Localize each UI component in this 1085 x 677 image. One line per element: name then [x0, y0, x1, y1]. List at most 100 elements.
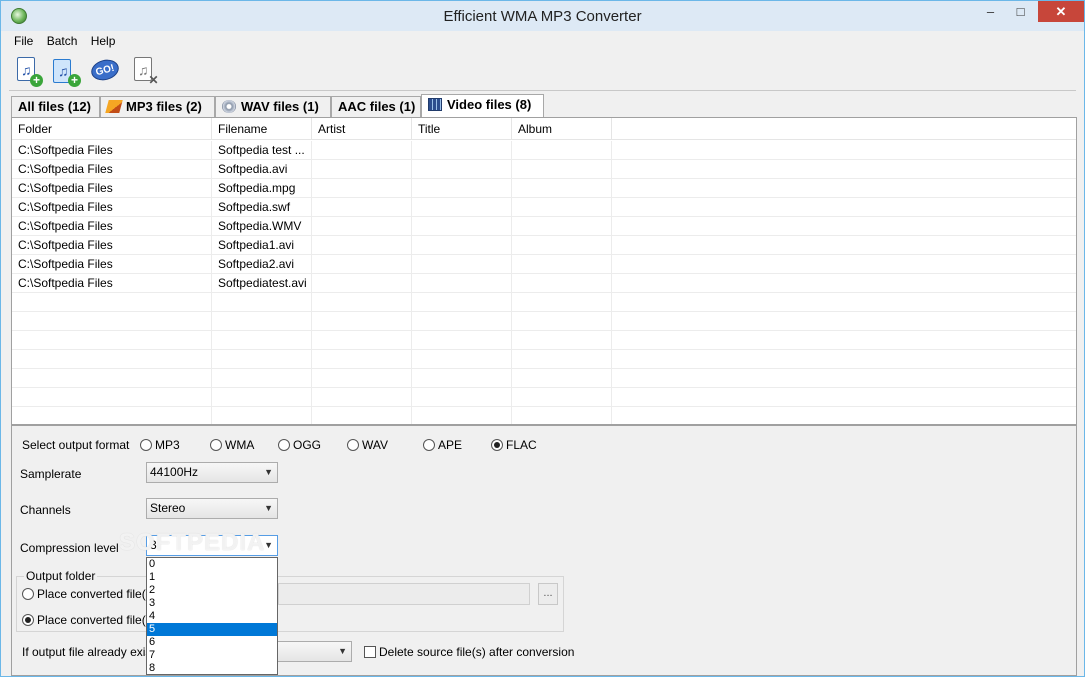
menu-file[interactable]: File — [9, 32, 38, 50]
table-row[interactable]: C:\Softpedia Files Softpedia.mpg — [12, 179, 1076, 198]
table-row[interactable]: C:\Softpedia Files Softpedia.swf — [12, 198, 1076, 217]
empty-row — [12, 388, 1076, 407]
dropdown-option[interactable]: 1 — [147, 571, 277, 584]
table-row[interactable]: C:\Softpedia Files Softpedia.avi — [12, 160, 1076, 179]
table-cell — [412, 217, 512, 236]
tab-aac-files[interactable]: AAC files (1) — [331, 96, 421, 117]
delete-source-checkbox[interactable]: Delete source file(s) after conversion — [364, 645, 574, 659]
list-header: Folder Filename Artist Title Album — [12, 118, 1076, 140]
column-folder[interactable]: Folder — [12, 118, 212, 140]
radio-flac[interactable]: FLAC — [491, 438, 537, 452]
tab-mp3-files[interactable]: MP3 files (2) — [100, 96, 215, 117]
file-list[interactable]: Folder Filename Artist Title Album C:\So… — [11, 117, 1077, 425]
remove-file-button[interactable]: ♫ ✕ — [128, 55, 160, 87]
table-cell — [312, 160, 412, 179]
radio-wav[interactable]: WAV — [347, 438, 388, 452]
toolbar-divider — [9, 90, 1076, 91]
dropdown-option[interactable]: 5 — [147, 623, 277, 636]
add-files-button[interactable]: ♫ + — [11, 55, 43, 87]
radio-wma[interactable]: WMA — [210, 438, 254, 452]
minimize-button[interactable]: – — [977, 1, 1004, 22]
chevron-down-icon: ▼ — [264, 540, 273, 550]
close-button[interactable]: ✕ — [1038, 1, 1084, 22]
table-cell: Softpedia2.avi — [212, 255, 312, 274]
table-row[interactable]: C:\Softpedia Files Softpedia1.avi — [12, 236, 1076, 255]
dropdown-option[interactable]: 2 — [147, 584, 277, 597]
table-cell — [12, 369, 212, 388]
table-cell — [412, 160, 512, 179]
empty-row — [12, 407, 1076, 424]
radio-mp3[interactable]: MP3 — [140, 438, 180, 452]
chevron-down-icon: ▼ — [338, 646, 347, 656]
tab-video-files[interactable]: Video files (8) — [421, 94, 544, 117]
table-cell — [312, 350, 412, 369]
output-folder-input[interactable] — [278, 583, 530, 605]
radio-place-option-2[interactable]: Place converted file(s) — [22, 613, 156, 627]
table-cell — [312, 369, 412, 388]
radio-ogg[interactable]: OGG — [278, 438, 321, 452]
table-cell — [412, 179, 512, 198]
table-cell — [312, 388, 412, 407]
table-cell — [12, 388, 212, 407]
table-row[interactable]: C:\Softpedia Files Softpedia.WMV — [12, 217, 1076, 236]
table-cell — [512, 160, 612, 179]
table-cell: C:\Softpedia Files — [12, 179, 212, 198]
dropdown-option[interactable]: 6 — [147, 636, 277, 649]
dropdown-option[interactable]: 4 — [147, 610, 277, 623]
table-cell — [212, 293, 312, 312]
column-artist[interactable]: Artist — [312, 118, 412, 140]
table-cell — [512, 236, 612, 255]
dropdown-option[interactable]: 0 — [147, 558, 277, 571]
table-cell: C:\Softpedia Files — [12, 274, 212, 293]
table-cell — [512, 217, 612, 236]
table-cell: C:\Softpedia Files — [12, 160, 212, 179]
table-cell: Softpedia1.avi — [212, 236, 312, 255]
radio-place-option-1[interactable]: Place converted file(s) — [22, 587, 156, 601]
table-cell — [312, 179, 412, 198]
dropdown-option[interactable]: 8 — [147, 662, 277, 675]
empty-row — [12, 312, 1076, 331]
table-cell — [512, 407, 612, 424]
title-bar: Efficient WMA MP3 Converter – □ ✕ — [1, 1, 1084, 31]
empty-row — [12, 331, 1076, 350]
tab-all-files[interactable]: All files (12) — [11, 96, 100, 117]
table-cell — [312, 255, 412, 274]
table-cell — [412, 236, 512, 255]
samplerate-select[interactable]: 44100Hz ▼ — [146, 462, 278, 483]
add-folder-button[interactable]: ♫ + — [49, 55, 81, 87]
convert-go-button[interactable]: GO! — [88, 55, 122, 87]
table-cell — [512, 388, 612, 407]
maximize-button[interactable]: □ — [1007, 1, 1034, 22]
browse-button[interactable]: ... — [538, 583, 558, 605]
menu-batch[interactable]: Batch — [42, 32, 83, 50]
table-cell — [412, 198, 512, 217]
table-cell — [12, 312, 212, 331]
radio-ape[interactable]: APE — [423, 438, 462, 452]
table-row[interactable]: C:\Softpedia Files Softpediatest.avi — [12, 274, 1076, 293]
table-cell — [212, 369, 312, 388]
column-title[interactable]: Title — [412, 118, 512, 140]
table-cell — [512, 293, 612, 312]
table-cell — [412, 255, 512, 274]
channels-label: Channels — [20, 503, 71, 517]
table-cell — [312, 331, 412, 350]
table-cell — [512, 331, 612, 350]
table-cell — [412, 293, 512, 312]
tab-wav-files[interactable]: WAV files (1) — [215, 96, 331, 117]
table-cell — [512, 312, 612, 331]
table-cell — [312, 236, 412, 255]
table-cell: Softpediatest.avi — [212, 274, 312, 293]
compression-dropdown-list[interactable]: 012345678 — [146, 557, 278, 675]
go-icon: GO! — [88, 56, 122, 84]
channels-select[interactable]: Stereo ▼ — [146, 498, 278, 519]
table-cell — [212, 331, 312, 350]
table-row[interactable]: C:\Softpedia Files Softpedia test ... — [12, 141, 1076, 160]
table-row[interactable]: C:\Softpedia Files Softpedia2.avi — [12, 255, 1076, 274]
table-cell: C:\Softpedia Files — [12, 141, 212, 160]
table-cell: C:\Softpedia Files — [12, 217, 212, 236]
menu-help[interactable]: Help — [86, 32, 121, 50]
dropdown-option[interactable]: 7 — [147, 649, 277, 662]
column-album[interactable]: Album — [512, 118, 612, 140]
column-filename[interactable]: Filename — [212, 118, 312, 140]
dropdown-option[interactable]: 3 — [147, 597, 277, 610]
